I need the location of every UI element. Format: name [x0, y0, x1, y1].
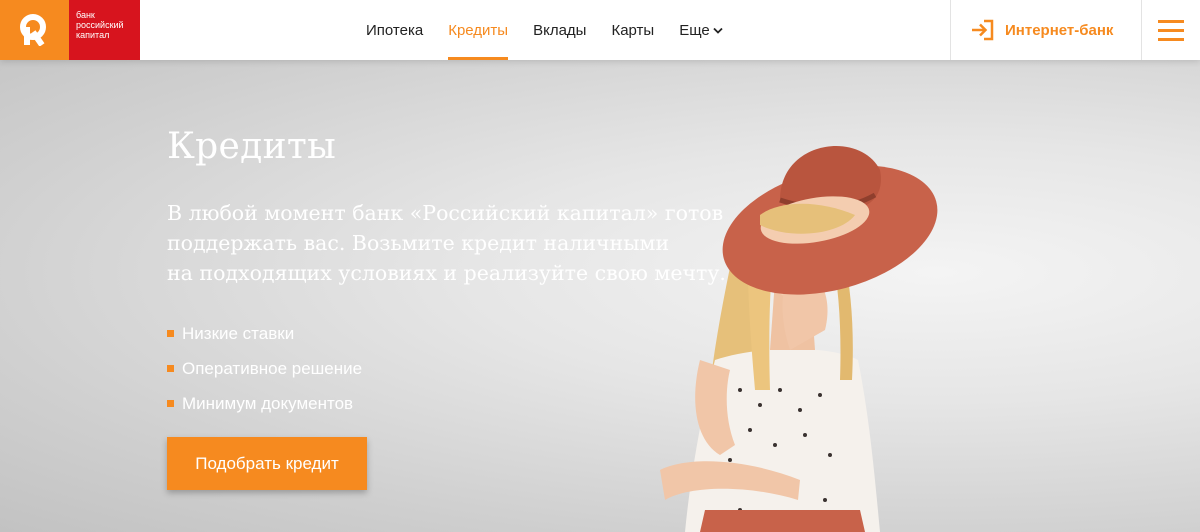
page-title: Кредиты: [167, 126, 337, 167]
woman-in-hat-photo: [660, 146, 938, 532]
logo-line-1: банк: [76, 10, 95, 20]
logo-wordmark[interactable]: банк российский капитал: [69, 0, 140, 60]
feature-label: Минимум документов: [182, 393, 354, 413]
bank-logo[interactable]: [0, 0, 69, 60]
bullet-square-icon: [167, 330, 174, 337]
feature-list: Низкие ставки Оперативное решение Миниму…: [167, 316, 362, 421]
nav-item-deposits[interactable]: Вклады: [533, 0, 586, 60]
nav-item-mortgage[interactable]: Ипотека: [366, 0, 423, 60]
nav-item-more-label: Еще: [679, 21, 710, 39]
main-nav: Ипотека Кредиты Вклады Карты Еще: [366, 0, 748, 60]
list-item: Низкие ставки: [167, 316, 362, 351]
nav-item-loans[interactable]: Кредиты: [448, 0, 508, 60]
hamburger-menu-icon[interactable]: [1142, 0, 1200, 60]
hero-description-line-2: поддержать вас. Возьмите кредит наличным…: [167, 231, 670, 255]
logo-line-3: капитал: [76, 30, 110, 40]
logo-line-2: российский: [76, 20, 124, 30]
list-item: Оперативное решение: [167, 351, 362, 386]
hero-description: В любой момент банк «Российский капитал»…: [167, 198, 807, 288]
chevron-down-icon: [713, 27, 723, 34]
feature-label: Оперативное решение: [182, 358, 363, 378]
bullet-square-icon: [167, 365, 174, 372]
list-item: Минимум документов: [167, 386, 362, 421]
bullet-square-icon: [167, 400, 174, 407]
internet-bank-button[interactable]: Интернет-банк: [950, 0, 1142, 60]
internet-bank-label: Интернет-банк: [1005, 21, 1114, 39]
logo-r-icon: [20, 14, 46, 46]
choose-loan-button[interactable]: Подобрать кредит: [167, 437, 367, 490]
site-header: банк российский капитал Ипотека Кредиты …: [0, 0, 1200, 60]
hero-description-line-3: на подходящих условиях и реализуйте свою…: [167, 261, 726, 285]
hero-description-line-1: В любой момент банк «Российский капитал»…: [167, 201, 724, 225]
nav-item-cards[interactable]: Карты: [611, 0, 654, 60]
nav-item-more[interactable]: Еще: [679, 0, 723, 60]
login-arrow-icon: [972, 19, 994, 41]
hero-banner: Кредиты В любой момент банк «Российский …: [0, 60, 1200, 532]
feature-label: Низкие ставки: [182, 323, 295, 343]
